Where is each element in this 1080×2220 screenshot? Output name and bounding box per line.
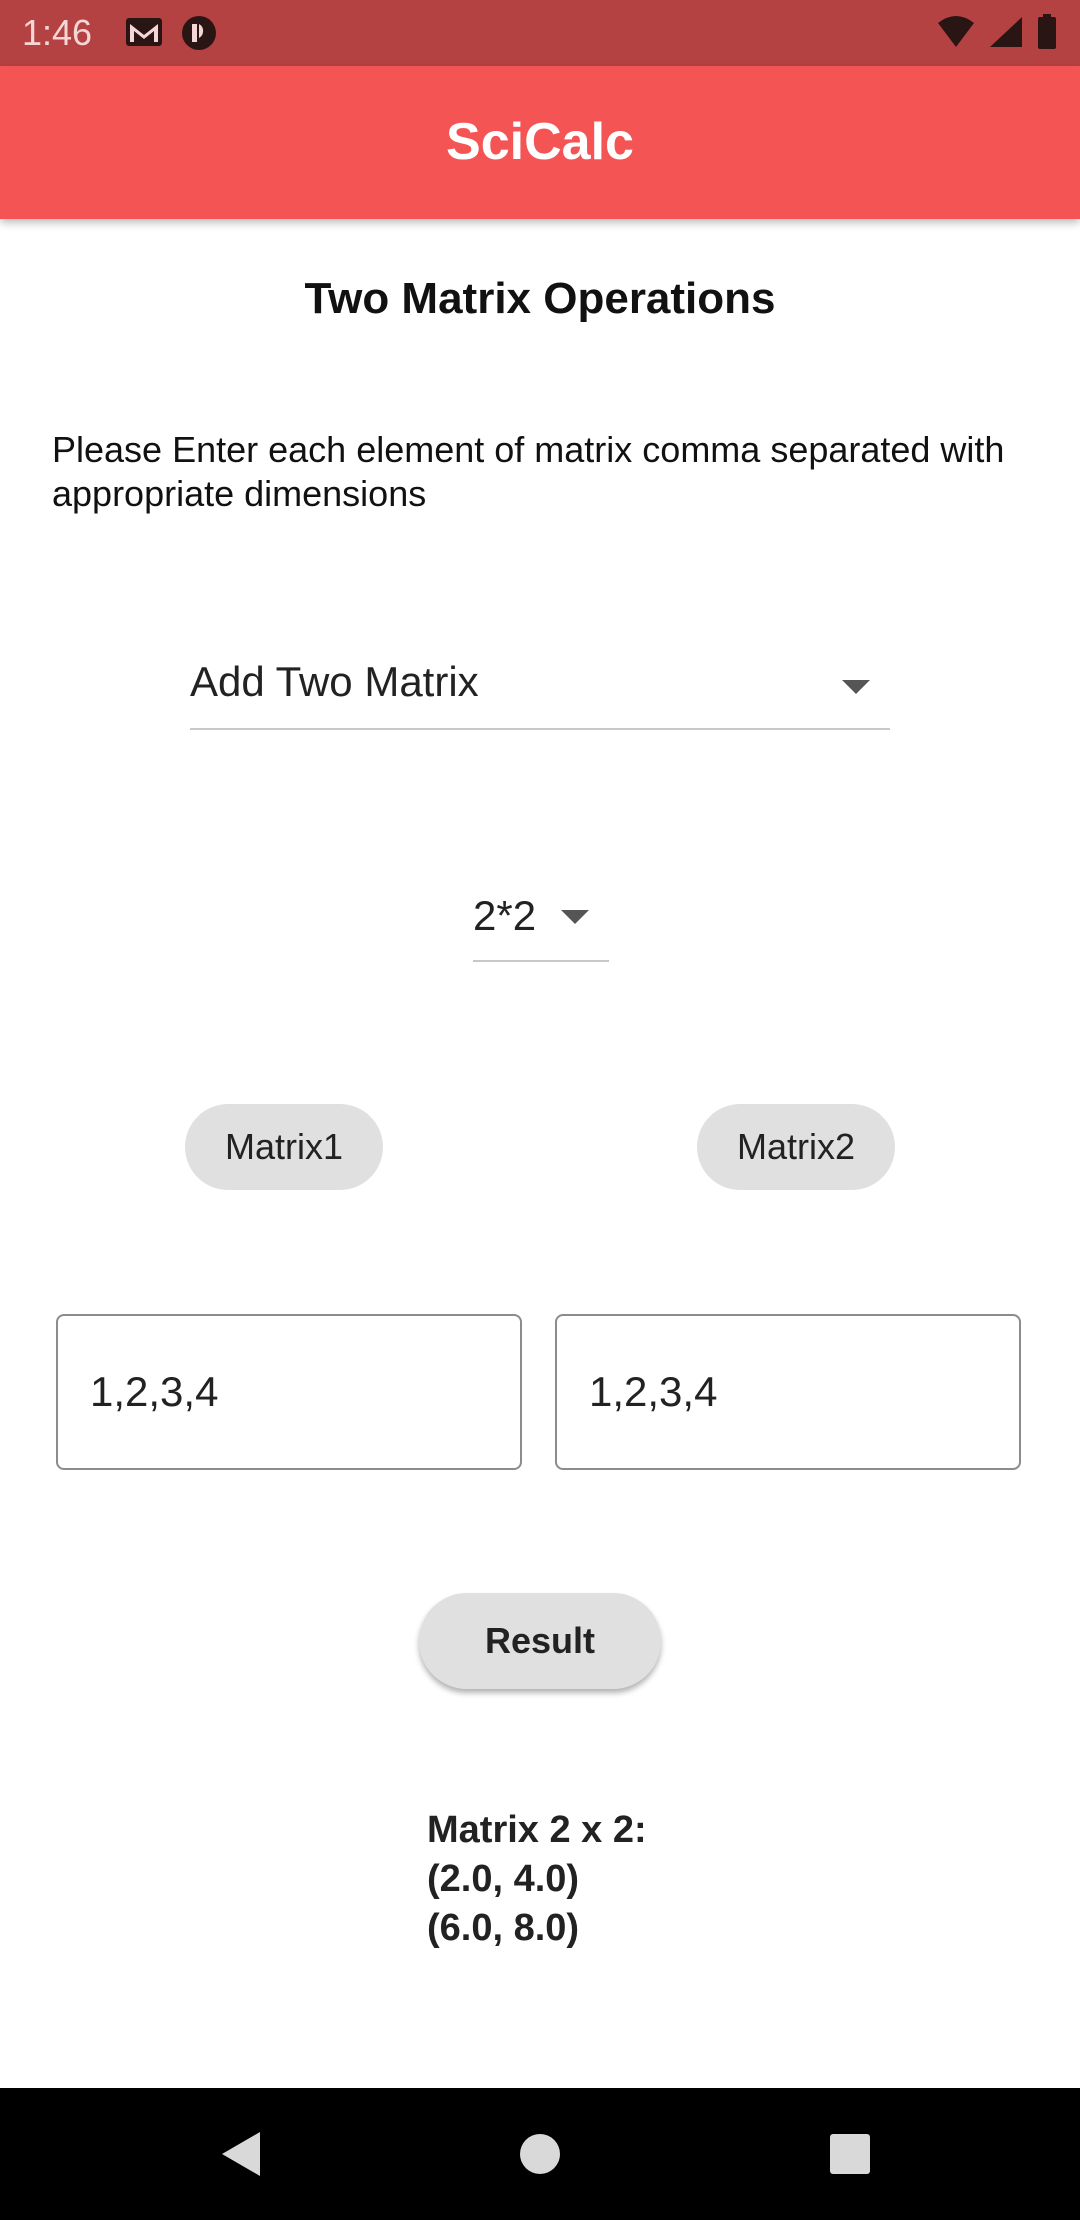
- battery-icon: [1036, 14, 1058, 55]
- result-output: Matrix 2 x 2: (2.0, 4.0) (6.0, 8.0): [427, 1806, 647, 1953]
- back-icon: [222, 2132, 260, 2176]
- gmail-icon: [124, 14, 164, 57]
- recents-button[interactable]: [790, 2088, 910, 2220]
- back-button[interactable]: [180, 2088, 300, 2220]
- operation-dropdown[interactable]: Add Two Matrix: [190, 650, 890, 730]
- signal-icon: [988, 15, 1024, 54]
- home-icon: [520, 2134, 560, 2174]
- screen: 1:46 SciCalc Two Matrix Operations Pleas…: [0, 0, 1080, 2220]
- instruction-text: Please Enter each element of matrix comm…: [52, 429, 1005, 514]
- page-title: Two Matrix Operations: [304, 274, 776, 323]
- chevron-down-icon: [842, 680, 870, 694]
- result-button[interactable]: Result: [419, 1593, 661, 1689]
- matrix2-input-value: 1,2,3,4: [589, 1368, 718, 1415]
- status-bar: 1:46: [0, 0, 1080, 66]
- status-system-icons: [936, 14, 1058, 55]
- status-notification-icons: [124, 14, 218, 57]
- matrix1-input[interactable]: 1,2,3,4: [56, 1314, 522, 1470]
- status-time: 1:46: [22, 12, 93, 53]
- result-line: Matrix 2 x 2:: [427, 1809, 647, 1851]
- matrix2-chip[interactable]: Matrix2: [697, 1104, 895, 1190]
- result-line: (2.0, 4.0): [427, 1858, 580, 1900]
- matrix1-chip[interactable]: Matrix1: [185, 1104, 383, 1190]
- result-line: (6.0, 8.0): [427, 1907, 580, 1949]
- dimension-dropdown-value: 2*2: [473, 892, 537, 939]
- matrix2-input[interactable]: 1,2,3,4: [555, 1314, 1021, 1470]
- dimension-dropdown[interactable]: 2*2: [473, 884, 609, 962]
- operation-dropdown-value: Add Two Matrix: [190, 658, 479, 705]
- wifi-icon: [936, 15, 976, 54]
- recents-icon: [830, 2134, 870, 2174]
- app-bar: SciCalc: [0, 66, 1080, 219]
- app-notification-icon: [180, 14, 218, 57]
- matrix1-input-value: 1,2,3,4: [90, 1368, 219, 1415]
- chevron-down-icon: [561, 910, 589, 924]
- app-title: SciCalc: [446, 113, 634, 171]
- navigation-bar: [0, 2088, 1080, 2220]
- home-button[interactable]: [480, 2088, 600, 2220]
